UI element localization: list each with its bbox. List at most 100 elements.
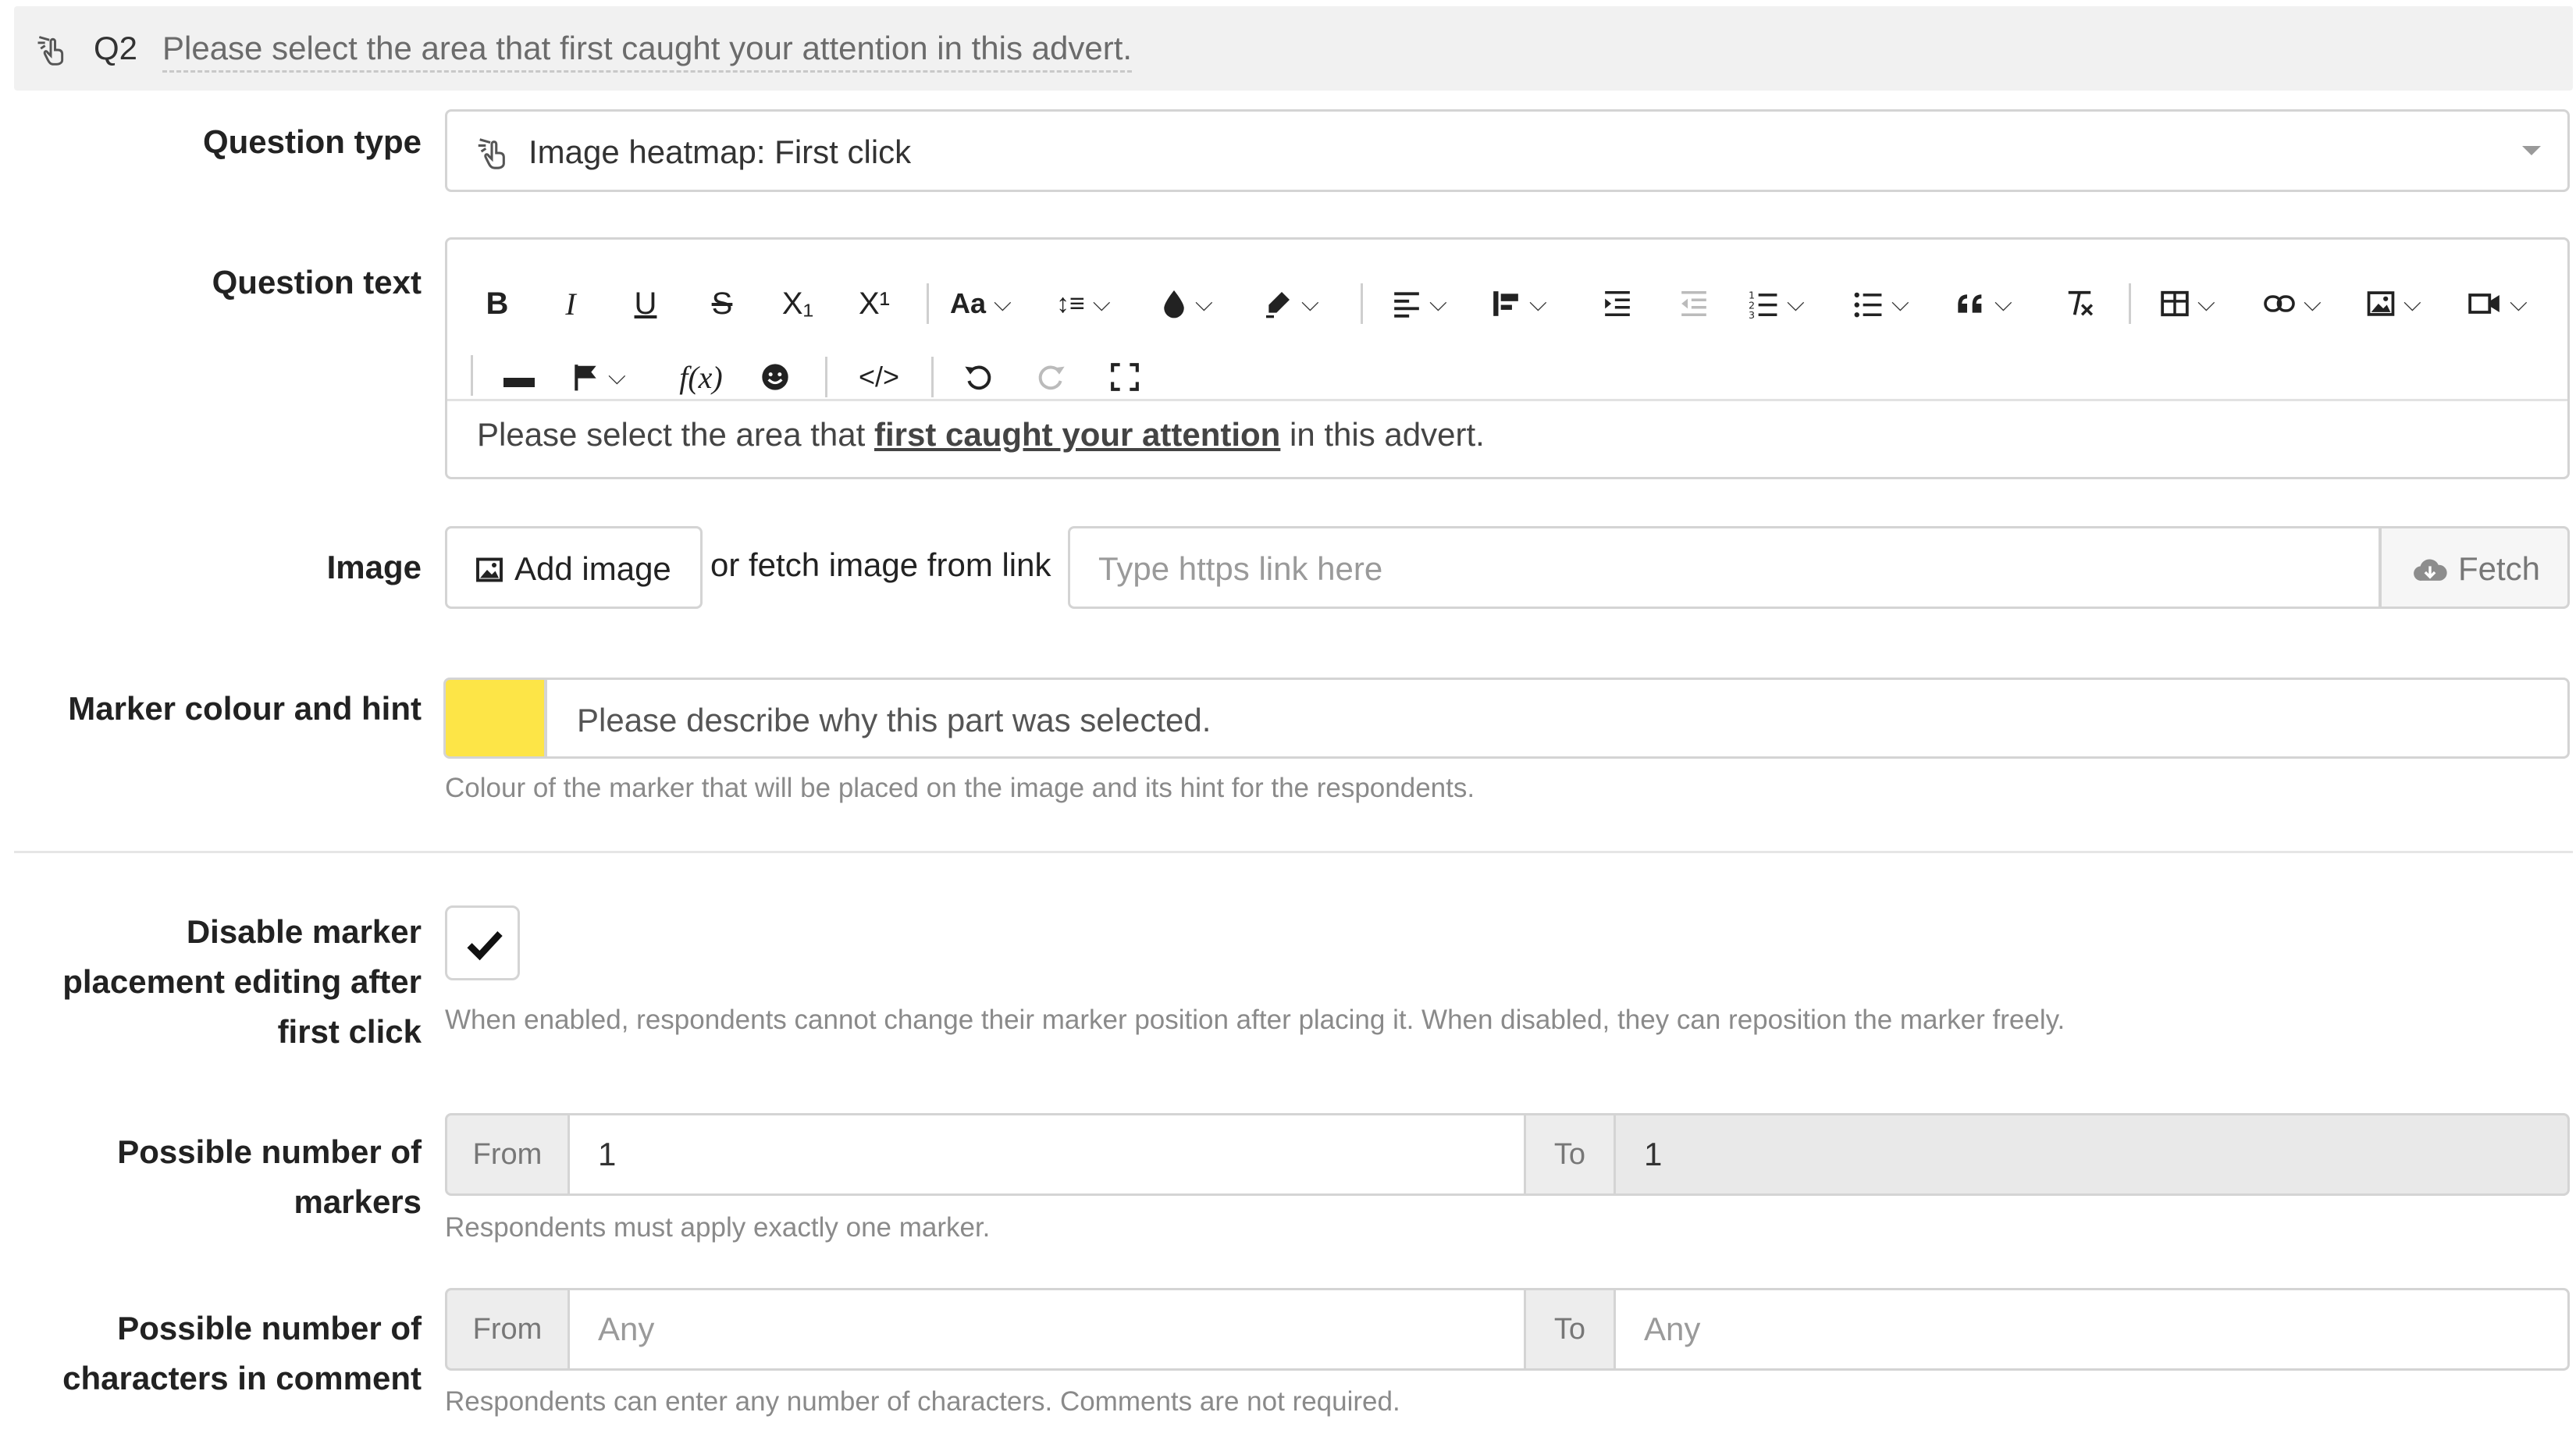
marker-color-swatch[interactable] <box>443 678 546 759</box>
blocks-icon: ▬ <box>503 359 535 394</box>
content-text-end: in this advert. <box>1280 416 1485 453</box>
emoji-button[interactable] <box>755 354 795 400</box>
caret-down-icon <box>2522 146 2541 155</box>
link-button[interactable]: ⌵ <box>2263 280 2322 327</box>
rich-text-editor[interactable]: B I U S X₁ X¹ Aa ⌵ ↕≡ ⌵ ⌵ ⌵ ⌵ ⌵ 1 2 3 ⌵ … <box>445 237 2570 479</box>
font-size-glyph: Aa <box>950 287 987 319</box>
undo-button[interactable] <box>958 354 998 400</box>
superscript-button[interactable]: X¹ <box>847 280 902 327</box>
toolbar-separator <box>2129 283 2131 324</box>
image-label: Image <box>326 549 422 585</box>
marker-help-text: Colour of the marker that will be placed… <box>445 773 1475 803</box>
toolbar-separator <box>825 357 827 397</box>
align-button[interactable]: ⌵ <box>1392 280 1447 327</box>
disable-edit-label-line1: Disable marker <box>186 913 422 950</box>
markers-count-label-line2: markers <box>294 1183 422 1220</box>
disable-edit-label-line3: first click <box>277 1013 422 1050</box>
question-type-select[interactable]: Image heatmap: First click <box>445 109 2570 192</box>
fetch-button[interactable]: Fetch <box>2379 526 2570 609</box>
marker-hint-input[interactable]: Please describe why this part was select… <box>545 678 2570 759</box>
quote-icon <box>1958 294 1982 313</box>
table-icon <box>2161 290 2189 317</box>
font-size-button[interactable]: Aa ⌵ <box>950 280 1012 327</box>
bold-button[interactable]: B <box>475 280 519 327</box>
cloud-download-icon <box>2414 559 2447 581</box>
add-image-label: Add image <box>514 550 671 587</box>
formula-button[interactable]: f(x) <box>674 354 728 400</box>
disable-edit-label-line2: placement editing after <box>62 963 422 1000</box>
chevron-down-icon: ⌵ <box>2304 290 2322 316</box>
disable-edit-help-text: When enabled, respondents cannot change … <box>445 1005 2065 1035</box>
marker-hint-value: Please describe why this part was select… <box>577 702 1212 738</box>
subscript-button[interactable]: X₁ <box>770 280 825 327</box>
underline-button[interactable]: U <box>624 280 667 327</box>
chevron-down-icon: ⌵ <box>1301 290 1319 316</box>
highlight-button[interactable]: ⌵ <box>1262 280 1319 327</box>
italic-button[interactable]: I <box>549 280 592 327</box>
image-link-input[interactable]: Type https link here <box>1068 526 2381 609</box>
image-link-placeholder: Type https link here <box>1098 550 1383 587</box>
emoji-icon <box>762 364 788 390</box>
markers-from-addon: From <box>445 1113 570 1196</box>
checkmark-icon <box>467 931 503 961</box>
editor-content[interactable]: Please select the area that first caught… <box>477 416 1485 454</box>
chars-to-input[interactable]: Any <box>1614 1288 2570 1371</box>
markers-to-value: 1 <box>1644 1136 1663 1172</box>
source-code-button[interactable]: </> <box>853 354 905 400</box>
fullscreen-button[interactable] <box>1105 354 1145 400</box>
indent-icon <box>1605 291 1630 316</box>
chevron-down-icon: ⌵ <box>608 364 626 390</box>
paragraph-format-icon <box>1493 291 1518 316</box>
chevron-down-icon: ⌵ <box>1787 290 1805 316</box>
table-button[interactable]: ⌵ <box>2160 280 2215 327</box>
clear-format-button[interactable] <box>2060 280 2099 327</box>
markers-to-input: 1 <box>1614 1113 2570 1196</box>
line-height-button[interactable]: ↕≡ ⌵ <box>1056 280 1111 327</box>
undo-icon <box>965 365 991 390</box>
chars-count-label-line2: characters in comment <box>62 1360 422 1396</box>
markers-help-text: Respondents must apply exactly one marke… <box>445 1212 991 1243</box>
blockquote-button[interactable]: ⌵ <box>1955 280 2012 327</box>
chevron-down-icon: ⌵ <box>2510 290 2528 316</box>
indent-button[interactable] <box>1598 280 1637 327</box>
bullet-list-button[interactable]: ⌵ <box>1852 280 1909 327</box>
strikethrough-button[interactable]: S <box>700 280 744 327</box>
question-title[interactable]: Please select the area that first caught… <box>162 30 1133 73</box>
editor-toolbar: B I U S X₁ X¹ Aa ⌵ ↕≡ ⌵ ⌵ ⌵ ⌵ ⌵ 1 2 3 ⌵ … <box>447 240 2567 401</box>
markers-to-addon: To <box>1524 1113 1616 1196</box>
droplet-icon <box>1164 290 1184 318</box>
image-icon <box>476 557 503 582</box>
content-text-start: Please select the area that <box>477 416 874 453</box>
image-icon <box>2367 291 2395 316</box>
toolbar-separator <box>927 283 929 324</box>
flag-button[interactable]: ⌵ <box>572 354 626 400</box>
markers-from-value: 1 <box>598 1136 617 1172</box>
chevron-down-icon: ⌵ <box>1529 290 1547 316</box>
toolbar-separator <box>471 355 473 396</box>
highlighter-icon <box>1266 292 1290 318</box>
section-divider <box>14 851 2573 853</box>
text-color-button[interactable]: ⌵ <box>1161 280 1213 327</box>
outdent-button[interactable] <box>1674 280 1713 327</box>
chevron-down-icon: ⌵ <box>2403 290 2421 316</box>
insert-video-button[interactable]: ⌵ <box>2467 280 2528 327</box>
link-icon <box>2264 295 2295 312</box>
redo-icon <box>1038 365 1065 390</box>
clear-format-icon <box>2068 290 2094 316</box>
disable-edit-checkbox[interactable] <box>445 905 520 980</box>
align-left-icon <box>1394 292 1419 318</box>
insert-image-button[interactable]: ⌵ <box>2366 280 2421 327</box>
markers-from-input[interactable]: 1 <box>568 1113 1526 1196</box>
question-header[interactable]: Q2 Please select the area that first cau… <box>14 6 2573 91</box>
blocks-button[interactable]: ▬ <box>499 354 539 400</box>
chevron-down-icon: ⌵ <box>1429 290 1447 316</box>
chevron-down-icon: ⌵ <box>994 290 1012 316</box>
video-icon <box>2468 293 2500 314</box>
chars-to-placeholder: Any <box>1644 1311 1701 1347</box>
redo-button[interactable] <box>1031 354 1072 400</box>
chars-from-input[interactable]: Any <box>568 1288 1526 1371</box>
add-image-button[interactable]: Add image <box>445 526 703 609</box>
numbered-list-button[interactable]: 123 ⌵ <box>1748 280 1805 327</box>
svg-text:3: 3 <box>1749 309 1755 318</box>
block-format-button[interactable]: ⌵ <box>1490 280 1547 327</box>
